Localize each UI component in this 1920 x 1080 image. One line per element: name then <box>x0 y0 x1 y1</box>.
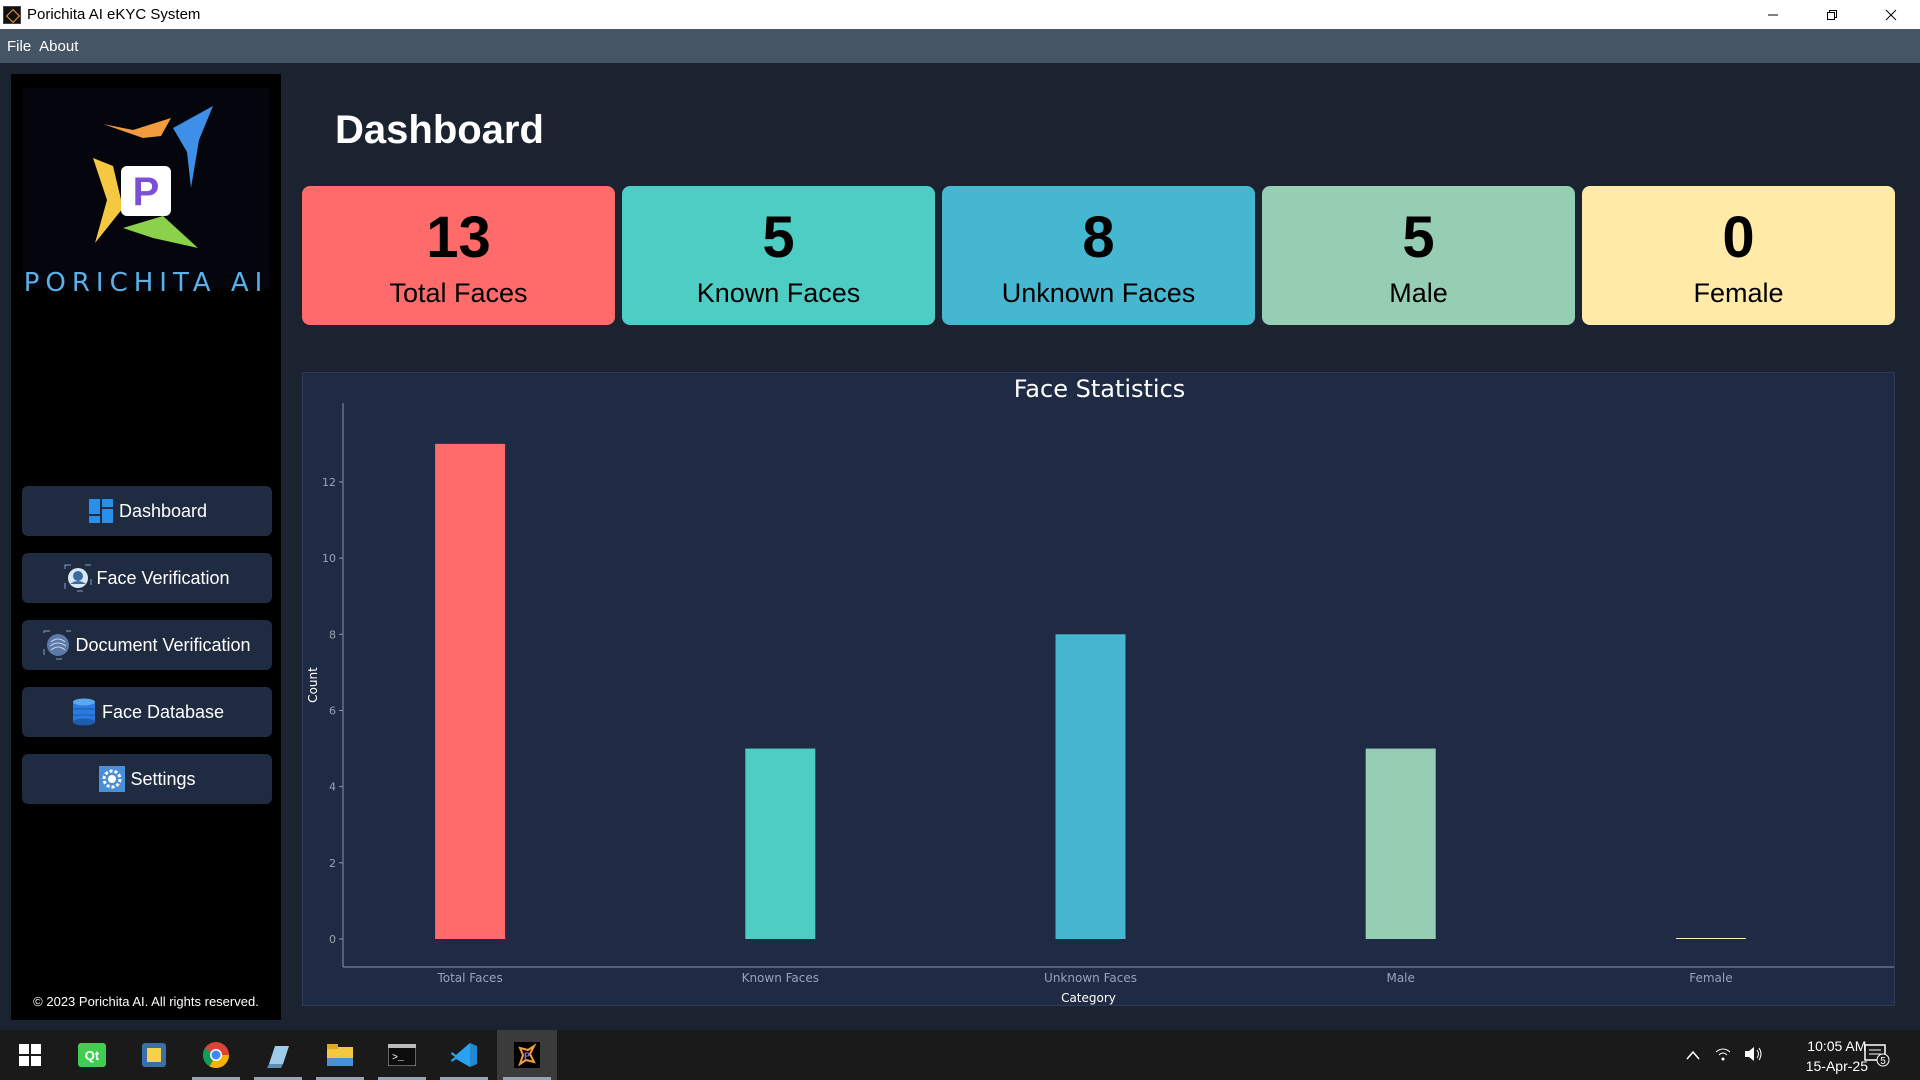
stat-value: 8 <box>1082 205 1115 270</box>
qt-creator-icon[interactable]: Qt <box>62 1030 122 1080</box>
stat-label: Unknown Faces <box>1001 278 1196 308</box>
bar-total-faces <box>435 443 506 939</box>
nav-settings-label: Settings <box>130 768 196 789</box>
stat-value: 0 <box>1722 205 1755 270</box>
x-axis-label: Category <box>1061 991 1116 1005</box>
x-tick-label: Total Faces <box>436 971 502 985</box>
terminal-icon[interactable]: >_ <box>372 1030 432 1080</box>
bar-male <box>1365 748 1436 939</box>
stat-card-male: 5 Male <box>1262 186 1575 325</box>
y-tick-label: 12 <box>322 476 336 489</box>
title-bar: Porichita AI eKYC System <box>0 0 1920 29</box>
logo-wordmark: PORICHITA AI <box>23 268 269 298</box>
bar-known-faces <box>745 748 816 939</box>
face-scan-icon <box>64 564 92 592</box>
minimize-icon <box>1767 14 1778 15</box>
windows-start-icon[interactable] <box>0 1030 60 1080</box>
y-axis-label: Count <box>306 667 320 703</box>
stat-value: 5 <box>762 205 795 270</box>
python-idle-icon[interactable] <box>124 1030 184 1080</box>
copyright-text: © 2023 Porichita AI. All rights reserved… <box>33 994 259 1009</box>
window-controls <box>1743 0 1920 29</box>
porichita-logo: P PORICHITA AI <box>23 88 269 298</box>
nav-face-database-label: Face Database <box>101 701 225 722</box>
x-tick-label: Known Faces <box>742 971 819 985</box>
minimize-button[interactable] <box>1743 0 1802 29</box>
stat-value: 5 <box>1402 205 1435 270</box>
restore-button[interactable] <box>1802 0 1861 29</box>
window-title: Porichita AI eKYC System <box>27 6 201 23</box>
dashboard-icon <box>87 497 115 525</box>
app-icon <box>3 5 21 24</box>
close-button[interactable] <box>1861 0 1920 29</box>
taskbar: Qt >_ P 10:05 AM 15-Apr-25 5 <box>0 1030 1920 1080</box>
chrome-icon[interactable] <box>186 1030 246 1080</box>
page-title: Dashboard <box>335 108 544 152</box>
y-tick-label: 8 <box>329 628 336 641</box>
logo-emblem-icon: P <box>93 106 213 248</box>
svg-text:P: P <box>524 1051 530 1061</box>
notification-center-button[interactable]: 5 <box>1864 1030 1890 1080</box>
document-scan-icon <box>43 630 72 660</box>
face-statistics-chart: Face Statistics 0 2 4 6 8 10 12 Count Total Faces… <box>302 372 1895 1006</box>
y-tick-label: 4 <box>329 781 336 794</box>
file-explorer-icon[interactable] <box>310 1030 370 1080</box>
stat-label: Total Faces <box>389 278 528 308</box>
settings-gear-icon <box>98 765 126 793</box>
x-tick-label: Female <box>1689 971 1732 985</box>
sidebar: P PORICHITA AI Dashboard Face Verificati… <box>11 74 281 1020</box>
nav-face-database-button[interactable]: Face Database <box>22 687 272 737</box>
nav-document-verification-button[interactable]: Document Verification <box>22 620 272 670</box>
stat-label: Male <box>1389 278 1448 308</box>
notes-icon[interactable] <box>248 1030 308 1080</box>
stat-label: Female <box>1693 278 1784 308</box>
svg-text:5: 5 <box>1880 1056 1886 1067</box>
porichita-app-icon[interactable]: P <box>497 1030 557 1080</box>
stat-value: 13 <box>426 205 491 270</box>
wifi-icon[interactable] <box>1714 1046 1732 1065</box>
nav-document-verification-label: Document Verification <box>75 634 251 655</box>
bar-unknown-faces <box>1055 634 1126 939</box>
notification-icon: 5 <box>1864 1044 1890 1067</box>
x-tick-label: Unknown Faces <box>1044 971 1137 985</box>
stat-label: Known Faces <box>696 278 861 308</box>
nav-dashboard-button[interactable]: Dashboard <box>22 486 272 536</box>
stat-card-known-faces: 5 Known Faces <box>622 186 935 325</box>
nav-face-verification-button[interactable]: Face Verification <box>22 553 272 603</box>
nav-face-verification-label: Face Verification <box>96 567 230 588</box>
database-icon <box>70 698 98 726</box>
svg-text:>_: >_ <box>392 1053 405 1064</box>
clock-date: 15-Apr-25 <box>1805 1058 1868 1074</box>
vscode-icon[interactable] <box>434 1030 494 1080</box>
menu-file[interactable]: File <box>7 38 31 55</box>
stat-card-unknown-faces: 8 Unknown Faces <box>942 186 1255 325</box>
chart-svg: Face Statistics 0 2 4 6 8 10 12 Count Total Faces… <box>306 375 1894 1005</box>
stat-card-total-faces: 13 Total Faces <box>302 186 615 325</box>
menu-about[interactable]: About <box>39 38 78 55</box>
clock-time: 10:05 AM <box>1807 1038 1867 1054</box>
chart-title: Face Statistics <box>1014 375 1186 403</box>
system-tray <box>1686 1030 1764 1080</box>
nav-settings-button[interactable]: Settings <box>22 754 272 804</box>
x-tick-label: Male <box>1386 971 1414 985</box>
speaker-icon[interactable] <box>1744 1046 1764 1065</box>
svg-text:P: P <box>133 170 160 214</box>
y-tick-label: 0 <box>329 933 336 946</box>
svg-text:Qt: Qt <box>85 1048 100 1063</box>
chevron-up-icon[interactable] <box>1686 1047 1700 1063</box>
stat-card-female: 0 Female <box>1582 186 1895 325</box>
y-tick-label: 2 <box>329 857 336 870</box>
taskbar-clock[interactable]: 10:05 AM 15-Apr-25 <box>1806 1036 1868 1076</box>
nav-dashboard-label: Dashboard <box>118 500 208 521</box>
y-tick-label: 6 <box>329 704 336 717</box>
y-tick-label: 10 <box>322 552 336 565</box>
restore-icon <box>1826 9 1837 20</box>
menu-bar: File About <box>0 29 1920 63</box>
bar-female <box>1675 938 1746 939</box>
close-icon <box>1885 9 1896 20</box>
